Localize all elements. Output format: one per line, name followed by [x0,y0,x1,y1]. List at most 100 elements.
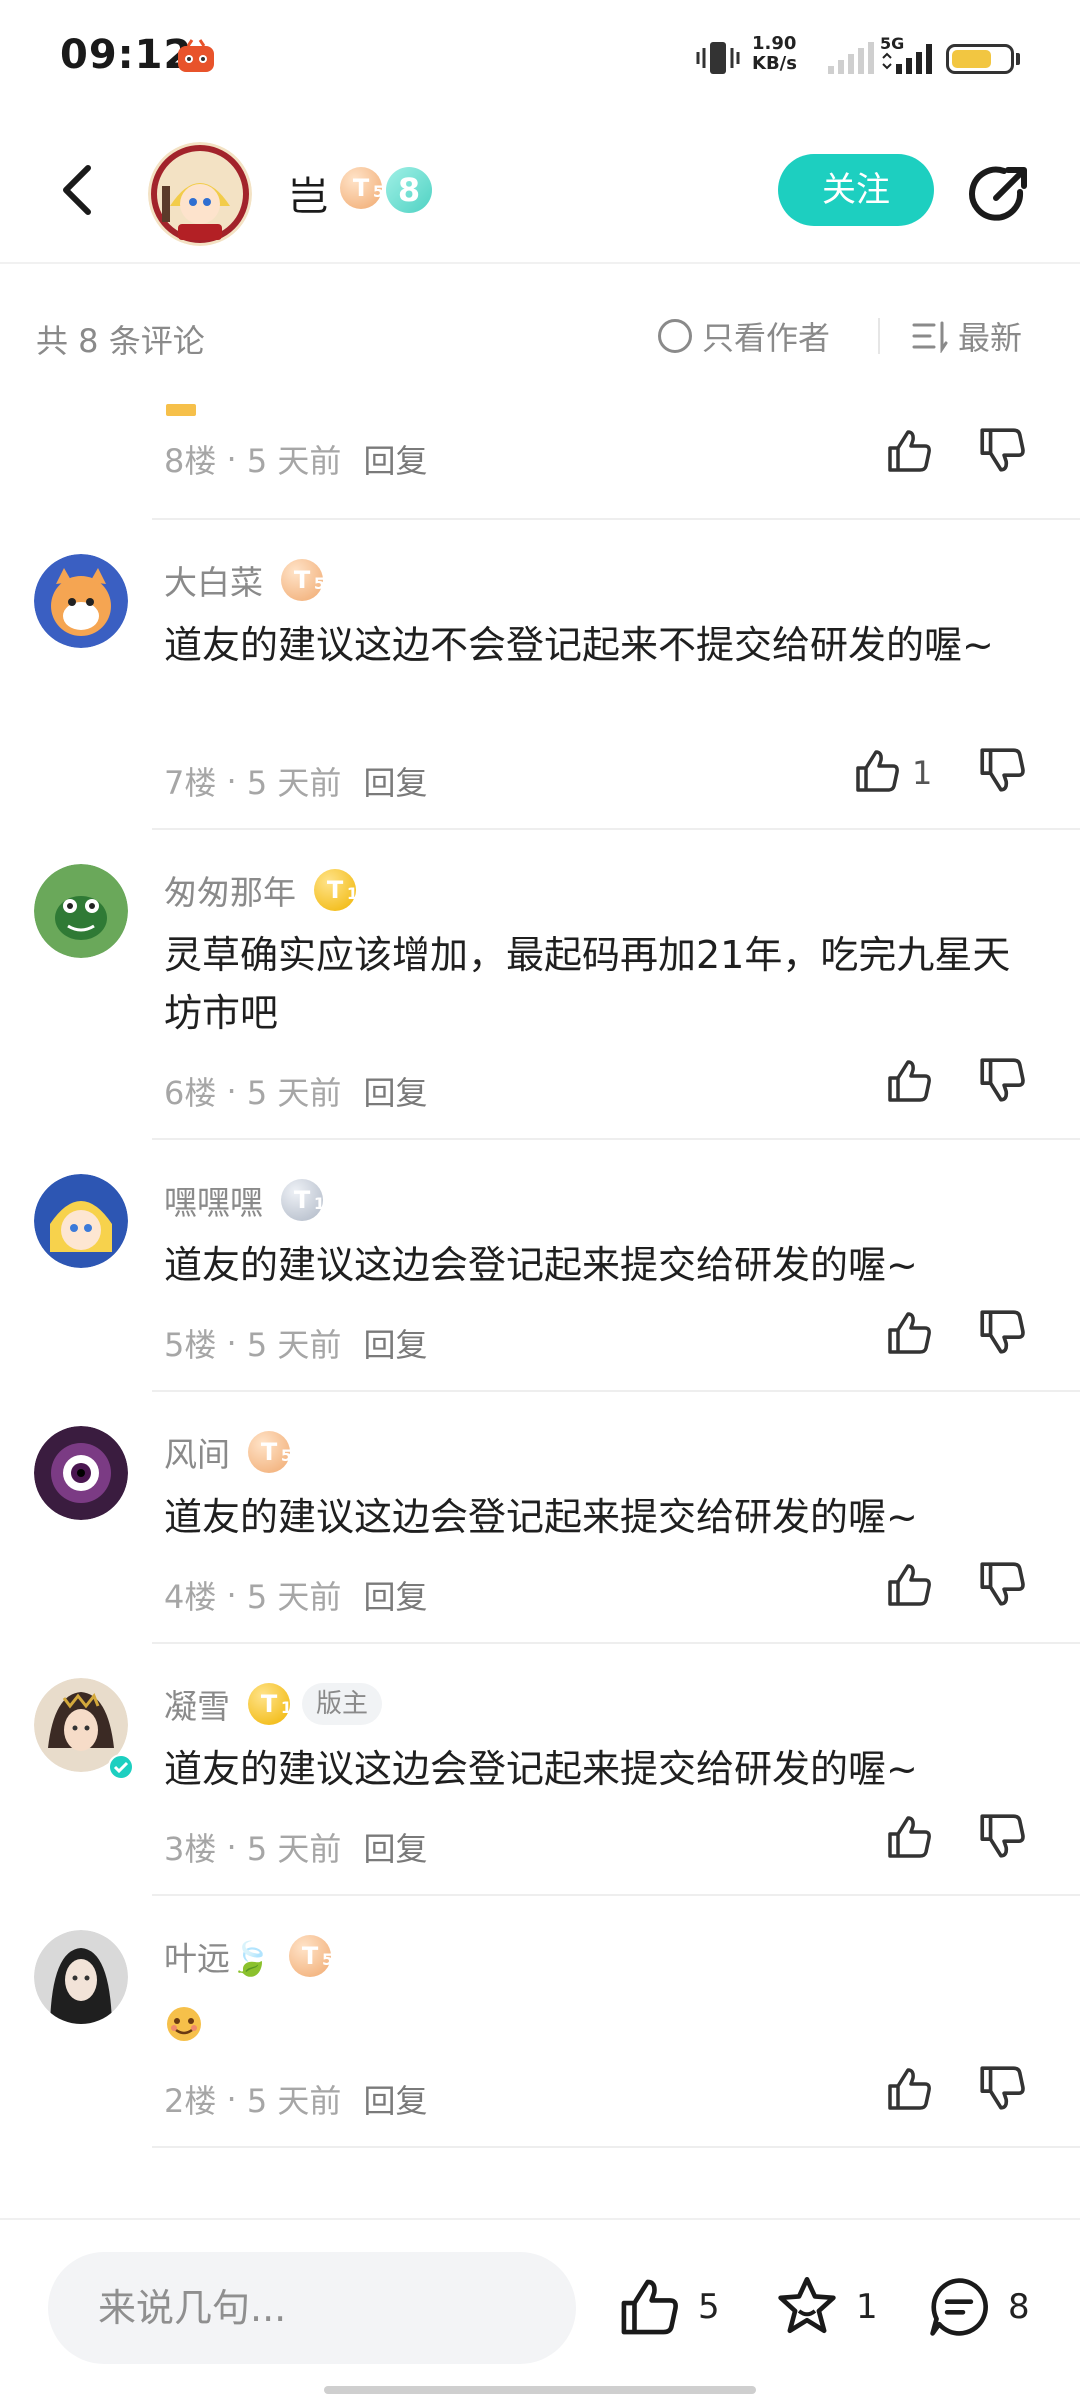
signal-5g-icon [882,44,932,74]
reply-button[interactable]: 回复 [363,1320,427,1366]
comment-time: 5 天前 [246,764,342,802]
comment-meta: 5楼 · 5 天前 回复 [164,1320,427,1366]
like-icon[interactable] [884,1056,934,1106]
sort-label: 最新 [958,319,1023,357]
user-avatar[interactable] [34,554,128,648]
comment-time: 5 天前 [246,2082,342,2120]
status-bar: 09:12 1.90 KB/s 5G [0,0,1080,112]
comment-text[interactable]: 灵草确实应该增加，最起码再加21年，吃完九星天坊市吧 [164,926,1024,1042]
reply-button[interactable]: 回复 [363,2076,427,2122]
level-badge: T5 [289,1935,333,1977]
comment-icon [930,2278,988,2336]
only-author-toggle[interactable]: 只看作者 [658,314,830,358]
comment-meta: 3楼 · 5 天前 回复 [164,1824,427,1870]
dislike-icon[interactable] [976,2062,1028,2114]
author-name[interactable]: 岂 [288,164,328,222]
sort-toggle[interactable]: 最新 [912,314,1022,358]
notification-app-icon [178,39,214,72]
like-icon [621,2279,678,2335]
comment-floor: 7楼 [164,764,217,802]
user-avatar[interactable] [34,864,128,958]
comment-author-name[interactable]: 大白菜 [164,556,263,604]
post-header: 岂 T5 8 关注 [0,112,1080,264]
post-like-button[interactable]: 5 [616,2274,720,2340]
comment-meta: 2楼 · 5 天前 回复 [164,2076,427,2122]
moderator-tag: 版主 [302,1683,383,1725]
comment-floor: 2楼 [164,2082,217,2120]
comment-count: 共 8 条评论 [36,322,205,360]
comment-meta: 4楼 · 5 天前 回复 [164,1572,427,1618]
dislike-icon[interactable] [976,1306,1028,1358]
comment-item: 大白菜 T5 道友的建议这边不会登记起来不提交给研发的喔~ 7楼 · 5 天前 … [0,520,1080,830]
comment-divider [152,2146,1080,2148]
dislike-icon[interactable] [976,1054,1028,1106]
post-like-count: 5 [698,2287,720,2327]
reply-button[interactable]: 回复 [363,1824,427,1870]
comment-text[interactable]: 道友的建议这边会登记起来提交给研发的喔~ [164,1236,1024,1294]
like-icon[interactable] [884,426,934,476]
comment-author-name[interactable]: 凝雪 [164,1680,230,1728]
reply-button[interactable]: 回复 [363,1068,427,1114]
comment-author-row: 大白菜 T5 [164,556,325,604]
dislike-icon[interactable] [976,744,1028,796]
verified-icon [108,1754,134,1780]
comment-text[interactable]: 道友的建议这边会登记起来提交给研发的喔~ [164,1488,1024,1546]
comment-time: 5 天前 [246,1326,342,1364]
comment-meta: 7楼 · 5 天前 回复 [164,758,427,804]
comment-floor: 3楼 [164,1830,217,1868]
comment-item: 叶远🍃 T5 2楼 · 5 天前 回复 [0,1896,1080,2148]
like-count: 1 [912,754,933,792]
like-icon[interactable] [884,2064,934,2114]
comment-author-row: 叶远🍃 T5 [164,1932,333,1980]
like-icon[interactable] [884,1560,934,1610]
comment-text[interactable]: 道友的建议这边不会登记起来不提交给研发的喔~ [164,616,1024,674]
author-rank-badge: 8 [386,167,432,213]
like-icon[interactable] [884,1812,934,1862]
dislike-icon[interactable] [976,1810,1028,1862]
comment-filter-bar: 共 8 条评论 只看作者 最新 [0,298,1080,378]
back-icon[interactable] [50,158,106,222]
comment-author-name[interactable]: 嘿嘿嘿 [164,1176,263,1224]
comment-time: 5 天前 [246,1578,342,1616]
battery-cap [1016,53,1020,65]
author-avatar[interactable] [148,142,252,246]
comment-author-name[interactable]: 匆匆那年 [164,866,296,914]
home-indicator[interactable] [324,2386,756,2394]
comment-item: 风间 T5 道友的建议这边会登记起来提交给研发的喔~ 4楼 · 5 天前 回复 [0,1392,1080,1644]
comment-text[interactable]: 道友的建议这边会登记起来提交给研发的喔~ [164,1740,1024,1798]
comment-input[interactable]: 来说几句... [48,2252,576,2364]
post-favorite-button[interactable]: 1 [774,2274,878,2340]
level-badge: T1 [281,1179,325,1221]
signal-icon [828,42,874,74]
dislike-icon[interactable] [976,1558,1028,1610]
user-avatar[interactable] [34,1426,128,1520]
post-favorite-count: 1 [856,2287,878,2327]
status-time: 09:12 [60,32,193,78]
comment-author-row: 嘿嘿嘿 T1 [164,1176,325,1224]
follow-button[interactable]: 关注 [778,154,934,226]
reply-button[interactable]: 回复 [363,1572,427,1618]
comment-floor: 4楼 [164,1578,217,1616]
bottom-action-bar: 来说几句... 5 1 8 [0,2218,1080,2400]
user-avatar[interactable] [34,1174,128,1268]
user-avatar[interactable] [34,1930,128,2024]
comment-author-row: 匆匆那年 T1 [164,866,358,914]
comment-time: 5 天前 [246,1074,342,1112]
comment-meta: 8楼 · 5 天前 回复 [164,436,427,482]
reply-button[interactable]: 回复 [363,758,427,804]
share-icon[interactable] [966,162,1032,228]
comment-author-name[interactable]: 叶远🍃 [164,1932,271,1980]
post-comment-button[interactable]: 8 [926,2274,1030,2340]
comment-author-row: 风间 T5 [164,1428,292,1476]
comment-author-name[interactable]: 风间 [164,1428,230,1476]
comment-meta: 6楼 · 5 天前 回复 [164,1068,427,1114]
comment-floor: 5楼 [164,1326,217,1364]
like-icon[interactable] [852,746,902,796]
like-icon[interactable] [884,1308,934,1358]
reply-button[interactable]: 回复 [363,436,427,482]
only-author-label: 只看作者 [702,319,831,357]
comment-floor: 6楼 [164,1074,217,1112]
filter-divider [878,318,880,354]
dislike-icon[interactable] [976,424,1028,476]
battery-level [952,50,991,68]
